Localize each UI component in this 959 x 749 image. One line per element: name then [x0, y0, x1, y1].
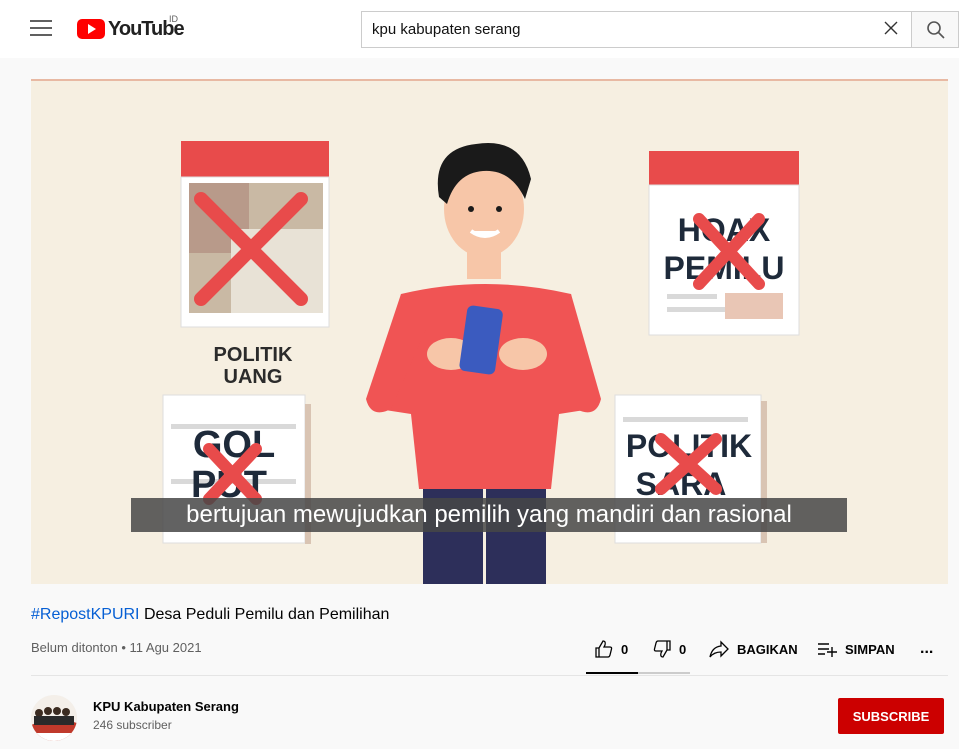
upload-date: 11 Agu 2021 [129, 640, 202, 655]
dislike-icon [653, 640, 671, 658]
save-label: SIMPAN [845, 641, 895, 657]
video-actions: 0 0 BAGIKAN SIMPAN ... [590, 637, 945, 661]
save-button[interactable]: SIMPAN [816, 637, 895, 661]
video-title: #RepostKPURI Desa Peduli Pemilu dan Pemi… [31, 606, 389, 624]
share-icon [709, 640, 729, 658]
youtube-logo[interactable]: YouTube ID [77, 14, 185, 40]
share-button[interactable]: BAGIKAN [708, 637, 798, 661]
divider [31, 675, 948, 676]
dislike-button[interactable]: 0 [652, 637, 686, 661]
view-count: Belum ditonton [31, 640, 118, 655]
sentiment-bar [586, 672, 690, 674]
like-button[interactable]: 0 [594, 637, 628, 661]
svg-text:POLITIK: POLITIK [214, 344, 293, 366]
politik-uang-panel: POLITIK UANG [180, 141, 330, 388]
youtube-logo-icon [77, 19, 105, 39]
svg-text:UANG: UANG [224, 366, 283, 388]
video-meta: Belum ditonton • 11 Agu 2021 [31, 640, 202, 655]
sentiment-bar-fill [586, 672, 638, 674]
menu-icon[interactable] [30, 20, 52, 38]
share-label: BAGIKAN [737, 641, 798, 657]
channel-avatar[interactable] [31, 695, 77, 741]
save-icon [818, 643, 837, 657]
like-icon [595, 640, 613, 658]
hashtag-link[interactable]: #RepostKPURI [31, 606, 140, 623]
avatar-image [31, 695, 77, 741]
hoax-pemilu-panel: HOAX PEMILU [648, 151, 800, 336]
video-player[interactable]: POLITIK UANG HOAX PEMILU GOL PUT [31, 79, 948, 584]
subscriber-count: 246 subscriber [93, 718, 172, 732]
channel-name[interactable]: KPU Kabupaten Serang [93, 699, 239, 714]
search-icon [927, 21, 945, 39]
meta-separator: • [117, 640, 130, 655]
search-box [361, 11, 912, 48]
masthead: YouTube ID [0, 0, 959, 58]
video-caption: bertujuan mewujudkan pemilih yang mandir… [131, 498, 847, 532]
search-input[interactable] [372, 12, 872, 47]
title-text: Desa Peduli Pemilu dan Pemilihan [139, 606, 390, 623]
dislike-count: 0 [679, 641, 687, 657]
subscribe-button[interactable]: SUBSCRIBE [838, 698, 944, 734]
search-button[interactable] [912, 11, 959, 48]
more-icon[interactable]: ... [920, 637, 933, 661]
like-count: 0 [621, 641, 629, 657]
country-code: ID [169, 14, 178, 24]
clear-icon[interactable] [883, 20, 899, 36]
